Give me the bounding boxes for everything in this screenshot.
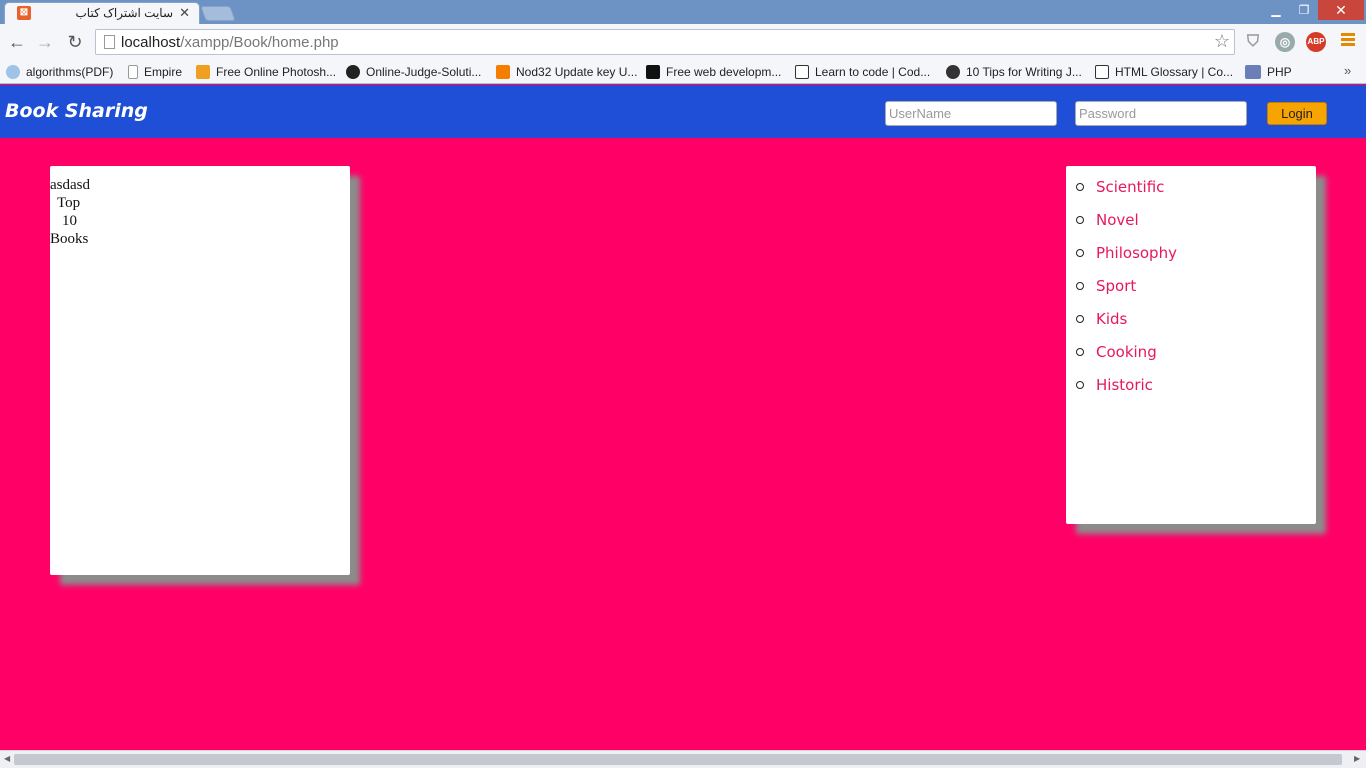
blogger-icon [496, 65, 510, 79]
bullet-icon [1076, 249, 1084, 257]
globe-icon[interactable]: ◎ [1275, 32, 1295, 52]
category-list: Scientific Novel Philosophy Sport Kids C… [1066, 166, 1316, 408]
bookmark-item[interactable]: Nod32 Update key U... [496, 63, 637, 81]
category-link[interactable]: Historic [1076, 375, 1316, 408]
scroll-right-icon[interactable]: ▶ [1354, 754, 1360, 763]
scrollbar-thumb[interactable] [14, 754, 1342, 765]
panel-text-line: Top [57, 195, 81, 211]
bookmark-item[interactable]: Learn to code | Cod... [795, 63, 930, 81]
browser-tab[interactable]: ⊠ سایت اشتراک کتاب ✕ [4, 2, 200, 24]
site-header: Book Sharing Login [0, 85, 1366, 138]
window-close-icon[interactable]: ✕ [1318, 0, 1364, 20]
github-icon [346, 65, 360, 79]
browser-menu-icon[interactable] [1341, 33, 1355, 48]
page-icon [128, 65, 138, 79]
bookmark-item[interactable]: 10 Tips for Writing J... [946, 63, 1082, 81]
top-books-panel: asdasd Top 10 Books [50, 166, 350, 575]
bookmarks-bar: algorithms(PDF) Empire Free Online Photo… [0, 60, 1366, 84]
category-link[interactable]: Sport [1076, 276, 1316, 309]
panel-text-line: Books [50, 231, 89, 247]
bookmark-item[interactable]: Free web developm... [646, 63, 781, 81]
new-tab-button[interactable] [200, 6, 236, 21]
bullet-icon [1076, 282, 1084, 290]
categories-panel: Scientific Novel Philosophy Sport Kids C… [1066, 166, 1316, 524]
back-arrow-icon[interactable]: ← [6, 31, 28, 53]
shield-icon[interactable]: ⛉ [1243, 32, 1263, 52]
category-link[interactable]: Scientific [1076, 177, 1316, 210]
forward-arrow-icon[interactable]: → [34, 31, 56, 53]
category-link[interactable]: Philosophy [1076, 243, 1316, 276]
bullet-icon [1076, 381, 1084, 389]
category-link[interactable]: Kids [1076, 309, 1316, 342]
p-icon [646, 65, 660, 79]
site-brand[interactable]: Book Sharing [5, 100, 148, 122]
bookmark-item[interactable]: Online-Judge-Soluti... [346, 63, 481, 81]
bullet-icon [1076, 315, 1084, 323]
password-input[interactable] [1075, 101, 1247, 126]
tips-icon [946, 65, 960, 79]
restore-icon[interactable]: ❐ [1290, 0, 1318, 20]
cloud-icon [6, 65, 20, 79]
bullet-icon [1076, 348, 1084, 356]
more-bookmarks-icon[interactable]: » [1344, 63, 1351, 78]
tab-title: سایت اشتراک کتاب [75, 6, 174, 20]
username-input[interactable] [885, 101, 1057, 126]
bullet-icon [1076, 216, 1084, 224]
page-icon [104, 35, 115, 49]
url-text: localhost/xampp/Book/home.php [121, 34, 339, 51]
address-bar[interactable]: localhost/xampp/Book/home.php ☆ [95, 29, 1235, 55]
panel-text-line: 10 [62, 213, 77, 229]
category-link[interactable]: Novel [1076, 210, 1316, 243]
bullet-icon [1076, 183, 1084, 191]
adblock-icon[interactable]: ABP [1306, 32, 1326, 52]
browser-toolbar: ← → ↻ localhost/xampp/Book/home.php ☆ ⛉ … [0, 24, 1366, 60]
codecademy-icon [1095, 65, 1109, 79]
horizontal-scrollbar[interactable]: ◀ ▶ [0, 750, 1366, 768]
scroll-left-icon[interactable]: ◀ [4, 754, 10, 763]
codecademy-icon [795, 65, 809, 79]
close-tab-icon[interactable]: ✕ [179, 5, 190, 21]
reload-icon[interactable]: ↻ [64, 31, 86, 53]
browser-titlebar: ⊠ سایت اشتراک کتاب ✕ ▁ ❐ ✕ [0, 0, 1366, 24]
bookmark-item[interactable]: PHP [1245, 63, 1292, 81]
xampp-icon: ⊠ [17, 6, 31, 20]
bookmark-star-icon[interactable]: ☆ [1214, 31, 1230, 52]
panel-text-line: asdasd [50, 177, 90, 193]
bookmark-item[interactable]: Empire [128, 63, 182, 81]
php-icon [1245, 65, 1261, 79]
photo-icon [196, 65, 210, 79]
minimize-icon[interactable]: ▁ [1262, 0, 1290, 20]
bookmark-item[interactable]: HTML Glossary | Co... [1095, 63, 1233, 81]
login-button[interactable]: Login [1267, 102, 1327, 125]
bookmark-item[interactable]: algorithms(PDF) [6, 63, 113, 81]
category-link[interactable]: Cooking [1076, 342, 1316, 375]
bookmark-item[interactable]: Free Online Photosh... [196, 63, 336, 81]
